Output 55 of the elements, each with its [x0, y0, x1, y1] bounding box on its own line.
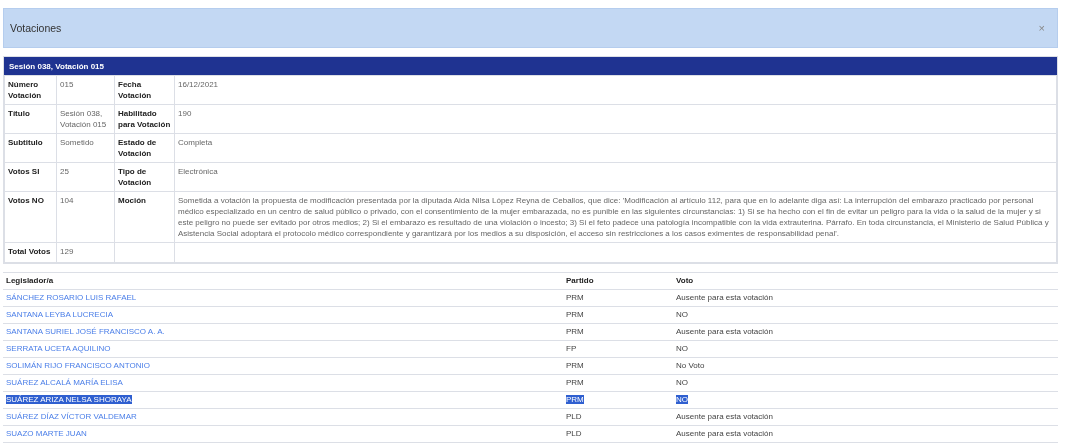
party-cell: PRM [566, 293, 584, 302]
modal-title: Votaciones [10, 22, 62, 34]
field-value: Sometido [56, 133, 115, 163]
vote-cell: NO [676, 310, 688, 319]
legislator-link[interactable]: SUÁREZ ALCALÁ MARÍA ELISA [6, 378, 123, 387]
legislator-link[interactable]: SUÁREZ ARIZA NELSA SHORAYA [6, 395, 132, 404]
legislator-link[interactable]: SUÁREZ DÍAZ VÍCTOR VALDEMAR [6, 412, 137, 421]
party-cell: PRM [566, 378, 584, 387]
field-label: Tipo de Votación [114, 162, 175, 192]
field-value: 16/12/2021 [174, 75, 1057, 105]
session-title: Sesión 038, Votación 015 [9, 61, 104, 71]
party-cell: PRM [566, 395, 584, 404]
vote-cell: Ausente para esta votación [676, 293, 773, 302]
field-value: Completa [174, 133, 1057, 163]
field-value: 25 [56, 162, 115, 192]
field-label: Subtitulo [4, 133, 57, 163]
field-label: Votos NO [4, 191, 57, 243]
party-cell: PRM [566, 361, 584, 370]
vote-cell: No Voto [676, 361, 705, 370]
vote-cell: Ausente para esta votación [676, 412, 773, 421]
field-label: Título [4, 104, 57, 134]
field-label: Votos SI [4, 162, 57, 192]
vote-cell: NO [676, 378, 688, 387]
column-header: Partido [563, 272, 673, 290]
column-header: Legislador/a [3, 272, 563, 290]
legislator-link[interactable]: SUAZO MARTE JUAN [6, 429, 87, 438]
field-value: 015 [56, 75, 115, 105]
party-cell: PRM [566, 310, 584, 319]
field-value: Electrónica [174, 162, 1057, 192]
column-header: Voto [673, 272, 1058, 290]
vote-cell: Ausente para esta votación [676, 327, 773, 336]
legislator-link[interactable]: SÁNCHEZ ROSARIO LUIS RAFAEL [6, 293, 137, 302]
legislator-link[interactable]: SOLIMÁN RIJO FRANCISCO ANTONIO [6, 361, 150, 370]
field-value: 190 [174, 104, 1057, 134]
legislator-link[interactable]: SERRATA UCETA AQUILINO [6, 344, 111, 353]
party-cell: PLD [566, 429, 582, 438]
vote-cell: NO [676, 395, 688, 404]
field-label: Moción [114, 191, 175, 243]
field-value: Sometida a votación la propuesta de modificación presentada por la diputada Aida Nilsa López Reyna de Ceballos, que dice: 'Modificación al artículo 112, para que en lo adelante diga así: La interrupción del embarazo practicado por personal médico especializado en un centro de salud público o privado, con el consentimiento de la mujer embarazada, no es punible en las siguientes circunstancias: 1) Si se ha hecho con el fin de evitar un peligro para la vida o la salud de la mujer y si este peligro no puede ser evitado por otros medios; 2) Si el embarazo es resultado de una violación o incesto; 3) Si el feto padece una patología incompatible con la vida extrauterina. Párrafo. En toda circunstancia, el Ministerio de Salud Pública y Asistencia Social adoptará el protocolo médico correspondiente y garantizará por los medios a su disposición, el acceso sin restricciones a los casos eximentes de responsabilidad penal'. [174, 191, 1057, 243]
field-label: Estado de Votación [114, 133, 175, 163]
vote-cell: NO [676, 344, 688, 353]
field-label: Número Votación [4, 75, 57, 105]
field-label: Total Votos [4, 242, 57, 263]
legislator-link[interactable]: SANTANA SURIEL JOSÉ FRANCISCO A. A. [6, 327, 165, 336]
party-cell: PRM [566, 327, 584, 336]
party-cell: PLD [566, 412, 582, 421]
field-label: Fecha Votación [114, 75, 175, 105]
field-value: 129 [56, 242, 115, 263]
close-button[interactable]: × [1034, 22, 1049, 34]
field-label: Habilitado para Votación [114, 104, 175, 134]
party-cell: FP [566, 344, 577, 353]
field-value: Sesión 038, Votación 015 [56, 104, 115, 134]
vote-cell: Ausente para esta votación [676, 429, 773, 438]
legislator-link[interactable]: SANTANA LEYBA LUCRECIA [6, 310, 113, 319]
field-value: 104 [56, 191, 115, 243]
